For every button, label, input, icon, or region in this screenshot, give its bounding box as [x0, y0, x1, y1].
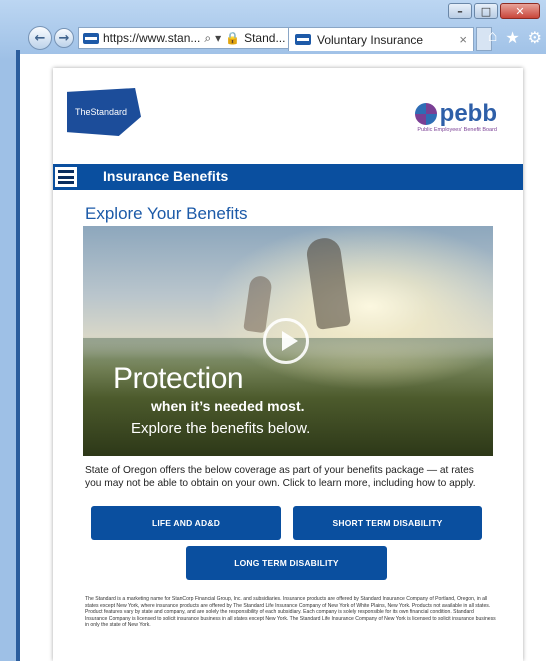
- the-standard-logo[interactable]: TheStandard: [67, 88, 141, 136]
- pebb-logo-word: pebb: [439, 100, 497, 127]
- close-window-button[interactable]: ✕: [500, 3, 540, 19]
- short-term-disability-button[interactable]: SHORT TERM DISABILITY: [293, 506, 482, 540]
- hamburger-menu-icon[interactable]: [55, 167, 77, 187]
- address-site-name: Stand...: [244, 31, 286, 45]
- home-icon[interactable]: ⌂: [488, 28, 498, 48]
- content-card: TheStandard pebb Public Employees' Benef…: [53, 68, 523, 661]
- page-viewport: TheStandard pebb Public Employees' Benef…: [20, 54, 546, 661]
- site-flag-icon: [83, 32, 99, 44]
- hero-caption: Explore the benefits below.: [131, 420, 311, 437]
- long-term-disability-button[interactable]: LONG TERM DISABILITY: [186, 546, 387, 580]
- back-button[interactable]: ←: [28, 26, 52, 50]
- browser-tab-active[interactable]: Voluntary Insurance ×: [288, 27, 474, 51]
- hero-headline: Protection: [113, 362, 244, 395]
- browser-tool-icons: ⌂ ★ ⚙: [488, 28, 542, 48]
- hero-woman-figure: [304, 236, 352, 330]
- pebb-logo: pebb Public Employees' Benefit Board: [414, 100, 497, 133]
- pebb-mark-icon: [414, 103, 437, 125]
- favorites-star-icon[interactable]: ★: [505, 28, 519, 48]
- intro-text: State of Oregon offers the below coverag…: [85, 465, 476, 489]
- hero-video[interactable]: Protection when it’s needed most. Explor…: [83, 226, 493, 456]
- life-and-add-button[interactable]: LIFE AND AD&D: [91, 506, 281, 540]
- tab-close-button[interactable]: ×: [459, 32, 467, 47]
- forward-button[interactable]: →: [54, 28, 74, 48]
- window-controls: – □ ✕: [448, 3, 540, 19]
- page-title: Explore Your Benefits: [85, 204, 248, 223]
- browser-toolbar: ← → https://www.stan... ⌕ ▾ 🔒 Stand... ↻…: [22, 24, 546, 54]
- hero-subheadline: when it’s needed most.: [151, 398, 305, 414]
- lock-icon: 🔒: [225, 31, 241, 45]
- the-standard-logo-text: TheStandard: [75, 107, 128, 117]
- legal-disclaimer: The Standard is a marketing name for Sta…: [85, 596, 496, 628]
- settings-gear-icon[interactable]: ⚙: [528, 28, 542, 48]
- browser-window: – □ ✕ ← → https://www.stan... ⌕ ▾ 🔒 Stan…: [0, 0, 546, 661]
- tab-favicon-icon: [295, 34, 311, 45]
- dropdown-arrow-icon[interactable]: ▾: [215, 31, 221, 45]
- maximize-button[interactable]: □: [474, 3, 498, 19]
- page-banner: Insurance Benefits: [53, 164, 523, 190]
- pebb-logo-subtitle: Public Employees' Benefit Board: [417, 127, 497, 133]
- back-arrow-icon: ←: [34, 30, 46, 46]
- address-bar[interactable]: https://www.stan... ⌕ ▾ 🔒 Stand... ↻: [78, 27, 308, 49]
- play-button-icon[interactable]: [263, 318, 309, 364]
- tab-title: Voluntary Insurance: [317, 32, 424, 47]
- minimize-button[interactable]: –: [448, 3, 472, 19]
- banner-title: Insurance Benefits: [103, 168, 229, 184]
- address-url: https://www.stan...: [103, 31, 201, 45]
- forward-arrow-icon: →: [58, 30, 70, 46]
- search-icon[interactable]: ⌕: [204, 31, 211, 46]
